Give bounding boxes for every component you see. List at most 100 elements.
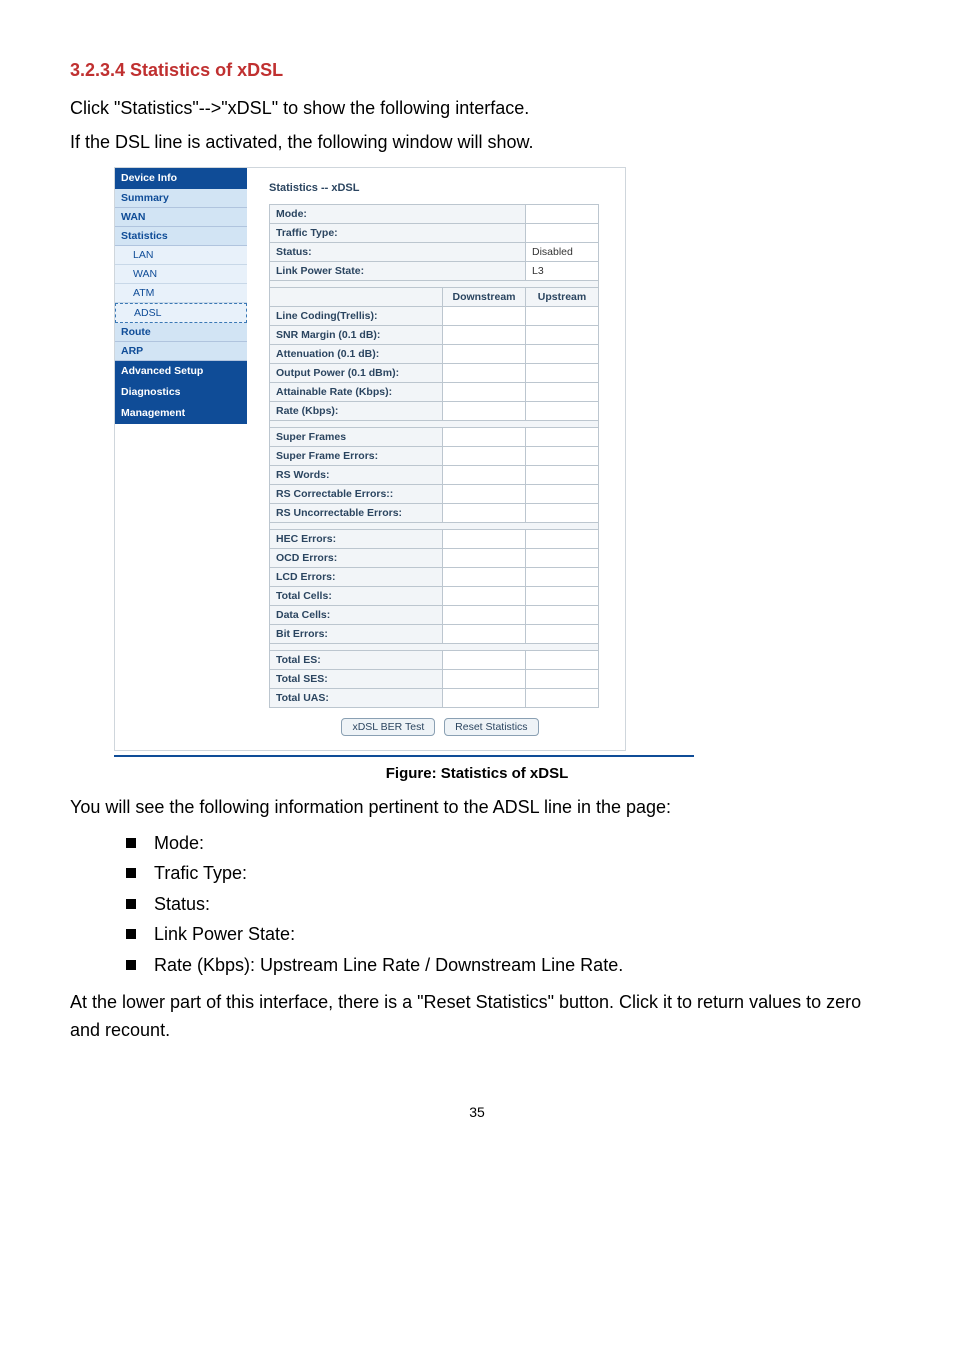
main-title: Statistics -- xDSL bbox=[269, 182, 611, 194]
row-super-frame-errors-us bbox=[526, 446, 599, 465]
figure-divider bbox=[114, 755, 694, 757]
row-bit-errors-ds bbox=[443, 624, 526, 643]
section-heading: 3.2.3.4 Statistics of xDSL bbox=[70, 60, 884, 81]
row-attenuation-label: Attenuation (0.1 dB): bbox=[270, 344, 443, 363]
bullet-link-power-state: Link Power State: bbox=[126, 919, 884, 950]
nav-sub-lan[interactable]: LAN bbox=[115, 246, 247, 265]
intro-line-1: Click "Statistics"-->"xDSL" to show the … bbox=[70, 95, 884, 123]
row-line-coding-label: Line Coding(Trellis): bbox=[270, 306, 443, 325]
row-ocd-ds bbox=[443, 548, 526, 567]
nav-header-device-info[interactable]: Device Info bbox=[115, 168, 247, 189]
row-lcd-label: LCD Errors: bbox=[270, 567, 443, 586]
row-hec-label: HEC Errors: bbox=[270, 529, 443, 548]
row-mode-label: Mode: bbox=[270, 204, 526, 223]
row-line-coding-ds bbox=[443, 306, 526, 325]
nav-sub-atm[interactable]: ATM bbox=[115, 284, 247, 303]
nav-sub-adsl[interactable]: ADSL bbox=[115, 303, 247, 323]
blank-header bbox=[270, 287, 443, 306]
row-rs-correctable-label: RS Correctable Errors:: bbox=[270, 484, 443, 503]
nav-header-diagnostics[interactable]: Diagnostics bbox=[115, 382, 247, 403]
row-rs-uncorrectable-label: RS Uncorrectable Errors: bbox=[270, 503, 443, 522]
row-rate-label: Rate (Kbps): bbox=[270, 401, 443, 420]
stats-table: Mode: Traffic Type: Status:Disabled Link… bbox=[269, 204, 599, 708]
sidebar-nav: Device Info Summary WAN Statistics LAN W… bbox=[115, 168, 247, 750]
row-attenuation-ds bbox=[443, 344, 526, 363]
row-snr-margin-us bbox=[526, 325, 599, 344]
row-total-ses-label: Total SES: bbox=[270, 669, 443, 688]
row-total-cells-ds bbox=[443, 586, 526, 605]
nav-item-route[interactable]: Route bbox=[115, 323, 247, 342]
row-total-cells-us bbox=[526, 586, 599, 605]
row-lcd-ds bbox=[443, 567, 526, 586]
row-total-ses-ds bbox=[443, 669, 526, 688]
row-rs-correctable-ds bbox=[443, 484, 526, 503]
document-page: 3.2.3.4 Statistics of xDSL Click "Statis… bbox=[0, 0, 954, 1350]
spacer-3 bbox=[270, 522, 599, 529]
row-total-cells-label: Total Cells: bbox=[270, 586, 443, 605]
row-snr-margin-ds bbox=[443, 325, 526, 344]
row-attainable-rate-label: Attainable Rate (Kbps): bbox=[270, 382, 443, 401]
button-row: xDSL BER Test Reset Statistics bbox=[269, 718, 611, 736]
row-traffic-type-value bbox=[526, 223, 599, 242]
nav-item-summary[interactable]: Summary bbox=[115, 189, 247, 208]
bullet-mode: Mode: bbox=[126, 828, 884, 859]
row-attenuation-us bbox=[526, 344, 599, 363]
main-panel: Statistics -- xDSL Mode: Traffic Type: S… bbox=[247, 168, 625, 750]
row-snr-margin-label: SNR Margin (0.1 dB): bbox=[270, 325, 443, 344]
col-downstream: Downstream bbox=[443, 287, 526, 306]
row-super-frames-us bbox=[526, 427, 599, 446]
row-rs-uncorrectable-us bbox=[526, 503, 599, 522]
row-link-power-value: L3 bbox=[526, 261, 599, 280]
followup-paragraph: You will see the following information p… bbox=[70, 794, 884, 822]
row-output-power-ds bbox=[443, 363, 526, 382]
row-super-frame-errors-ds bbox=[443, 446, 526, 465]
row-attainable-rate-us bbox=[526, 382, 599, 401]
spacer-1 bbox=[270, 280, 599, 287]
xdsl-statistics-screenshot: Device Info Summary WAN Statistics LAN W… bbox=[114, 167, 626, 751]
nav-item-arp[interactable]: ARP bbox=[115, 342, 247, 361]
nav-header-management[interactable]: Management bbox=[115, 403, 247, 424]
nav-item-statistics[interactable]: Statistics bbox=[115, 227, 247, 246]
row-total-es-label: Total ES: bbox=[270, 650, 443, 669]
nav-sub-wan[interactable]: WAN bbox=[115, 265, 247, 284]
row-super-frames-label: Super Frames bbox=[270, 427, 443, 446]
row-output-power-us bbox=[526, 363, 599, 382]
row-traffic-type-label: Traffic Type: bbox=[270, 223, 526, 242]
row-attainable-rate-ds bbox=[443, 382, 526, 401]
row-hec-us bbox=[526, 529, 599, 548]
row-total-uas-ds bbox=[443, 688, 526, 707]
row-total-es-us bbox=[526, 650, 599, 669]
row-total-ses-us bbox=[526, 669, 599, 688]
row-status-value: Disabled bbox=[526, 242, 599, 261]
intro-line-2: If the DSL line is activated, the follow… bbox=[70, 129, 884, 157]
nav-item-wan[interactable]: WAN bbox=[115, 208, 247, 227]
spacer-4 bbox=[270, 643, 599, 650]
row-mode-value bbox=[526, 204, 599, 223]
row-data-cells-us bbox=[526, 605, 599, 624]
row-line-coding-us bbox=[526, 306, 599, 325]
row-rs-words-us bbox=[526, 465, 599, 484]
row-lcd-us bbox=[526, 567, 599, 586]
bullet-rate: Rate (Kbps): Upstream Line Rate / Downst… bbox=[126, 950, 884, 981]
row-super-frame-errors-label: Super Frame Errors: bbox=[270, 446, 443, 465]
row-rs-words-label: RS Words: bbox=[270, 465, 443, 484]
row-bit-errors-us bbox=[526, 624, 599, 643]
row-ocd-us bbox=[526, 548, 599, 567]
row-output-power-label: Output Power (0.1 dBm): bbox=[270, 363, 443, 382]
row-total-uas-label: Total UAS: bbox=[270, 688, 443, 707]
bullet-trafic-type: Trafic Type: bbox=[126, 858, 884, 889]
row-bit-errors-label: Bit Errors: bbox=[270, 624, 443, 643]
reset-statistics-button[interactable]: Reset Statistics bbox=[444, 718, 538, 736]
page-number: 35 bbox=[70, 1104, 884, 1120]
row-total-uas-us bbox=[526, 688, 599, 707]
row-data-cells-label: Data Cells: bbox=[270, 605, 443, 624]
nav-header-advanced-setup[interactable]: Advanced Setup bbox=[115, 361, 247, 382]
spacer-2 bbox=[270, 420, 599, 427]
closing-paragraph: At the lower part of this interface, the… bbox=[70, 989, 884, 1045]
col-upstream: Upstream bbox=[526, 287, 599, 306]
row-link-power-label: Link Power State: bbox=[270, 261, 526, 280]
xdsl-ber-test-button[interactable]: xDSL BER Test bbox=[341, 718, 435, 736]
row-total-es-ds bbox=[443, 650, 526, 669]
row-ocd-label: OCD Errors: bbox=[270, 548, 443, 567]
row-rate-us bbox=[526, 401, 599, 420]
